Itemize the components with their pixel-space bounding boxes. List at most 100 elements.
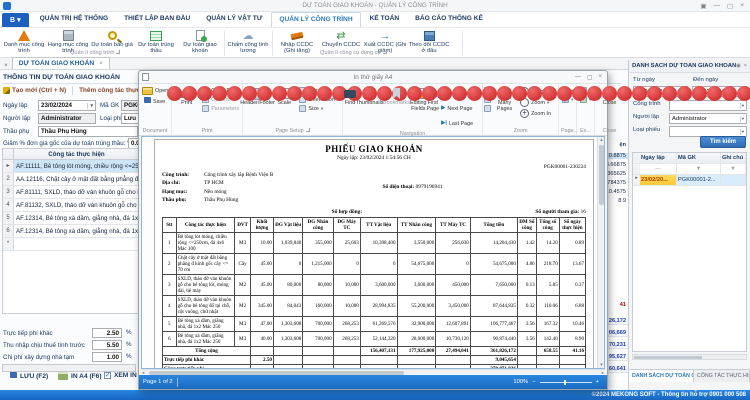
pretax-income-label: Thu nhập chịu thuế tính trước [3, 342, 85, 349]
document-page: PHIẾU GIAO KHOÁN Ngày lập: 23/02/2024 1:… [154, 139, 594, 369]
maximize-icon[interactable]: ▢ [727, 2, 733, 10]
subcontractor-input[interactable]: Thầu Phụ Hùng [38, 126, 138, 137]
parameters-button[interactable]: Parameters [200, 105, 241, 112]
chevron-down-icon[interactable]: ▾ [87, 103, 93, 109]
phone-line: Số điện thoại: 0979196941 [382, 184, 586, 190]
document-info-block: Công trình:Công trình xây lắp Bệnh Viện … [162, 171, 382, 205]
table-row: 6Bê tông xà dầm, giằng nhà, đá 1x2 Mác 2… [163, 331, 586, 346]
filter-funnel-icon[interactable]: ▼ [721, 164, 746, 174]
tab-du-toan-giao-khoan[interactable]: DỰ TOÁN GIAO KHOÁN × [12, 57, 110, 69]
date-label: Ngày lập [3, 102, 27, 109]
close-icon[interactable]: × [740, 2, 744, 10]
dialog-launcher-icon[interactable] [116, 50, 120, 54]
chevron-down-icon[interactable]: ▾ [740, 129, 744, 135]
grid-header-row: Ngày lập Mã GK Ghi chú [633, 153, 746, 164]
scrollbar-thumb[interactable] [599, 145, 604, 205]
tab-thiet-lap-ban-dau[interactable]: THIẾT LẬP BAN ĐẦU [117, 12, 197, 27]
preview-checkbox[interactable]: ✓XEM IN [104, 372, 137, 379]
filter-cell[interactable]: — [640, 164, 677, 174]
chevron-down-icon[interactable]: ▾ [740, 103, 744, 109]
table-row: 3SXLD, tháo dỡ ván khuôn gỗ cho bê tông … [163, 274, 586, 295]
filter-funnel-icon[interactable]: ▼ [677, 164, 721, 174]
participants-line: Số người tham gia: 16 [476, 209, 586, 215]
table-header-row: SttCông tác thực hiệnĐVTKhối lượngĐG Vật… [163, 217, 586, 232]
percent-sign: % [126, 329, 132, 336]
save-button[interactable]: LƯU (F2) [8, 372, 48, 381]
floppy-icon [8, 372, 17, 381]
save-button[interactable]: Save [140, 97, 170, 106]
tab-close-icon[interactable]: × [99, 60, 103, 67]
note-field[interactable] [2, 364, 136, 372]
document-date: Ngày lập: 23/02/2024 1:54:56 CH [162, 155, 586, 161]
tab-quan-ly-vat-tu[interactable]: QUẢN LÝ VẬT TƯ [199, 12, 269, 27]
scroll-up-icon[interactable]: ▴ [598, 137, 605, 143]
temp-house-label: Chi phí xây dựng nhà tạm [3, 354, 74, 361]
percent-sign: % [126, 353, 132, 360]
column-header[interactable]: Mã GK [677, 153, 721, 163]
scrollbar-thumb[interactable] [634, 356, 702, 359]
tab-ke-toan[interactable]: KẾ TOÁN [363, 12, 407, 27]
other-fee-input[interactable]: 2.50 [92, 328, 122, 338]
tab-quan-tri-he-thong[interactable]: QUẢN TRỊ HỆ THỐNG [33, 12, 116, 27]
search-button[interactable]: Tìm kiếm [700, 136, 746, 148]
zoom-out-icon[interactable]: − [532, 379, 535, 385]
column-header[interactable]: Ngày lập [640, 153, 677, 163]
close-preview-button[interactable]: Close [596, 86, 623, 107]
chevron-down-icon: ▾ [321, 106, 323, 112]
creator-input[interactable]: Administrator [38, 113, 96, 124]
find-button[interactable]: Find [344, 86, 356, 107]
zoom-slider-thumb[interactable] [564, 380, 566, 385]
next-page-button[interactable]: ▶Next Page [439, 102, 484, 115]
zoom-in-icon[interactable]: + [596, 379, 599, 385]
tab-cong-tac-thuc-hien[interactable]: CÔNG TÁC THỰC HIỆN [694, 370, 750, 382]
style-icon[interactable]: ▣ [700, 2, 706, 10]
pretax-income-input[interactable]: 5.50 [92, 340, 122, 350]
app-menu-button[interactable]: B ▾ [2, 13, 29, 27]
scroll-down-icon[interactable]: ▾ [598, 362, 605, 368]
tab-danh-sach-du-toan[interactable]: DANH SÁCH DỰ TOÁN GI... [629, 370, 694, 382]
print-a4-button[interactable]: IN A4 (F6) [58, 372, 102, 380]
table-row[interactable]: ▸ 23/02/20... PGK00001-2... [633, 175, 746, 186]
app-menu-label: B [10, 17, 15, 24]
vertical-scrollbar[interactable]: ▴ ▾ [597, 137, 604, 368]
minimize-icon[interactable]: — [714, 2, 721, 10]
chevron-down-icon: ▾ [17, 16, 21, 24]
from-date-label: Từ ngày [633, 77, 655, 83]
preview-statusbar: Page 1 of 2 100% − + [139, 375, 607, 389]
temp-house-input[interactable]: 1.00 [92, 352, 122, 362]
dialog-launcher-icon[interactable] [306, 128, 310, 132]
zoom-in-button[interactable]: +Zoom In [518, 109, 557, 118]
close-icon[interactable]: × [598, 74, 602, 81]
tabbar-close-icon[interactable]: × [0, 62, 12, 69]
dialog-titlebar: In thử giấy A4 — ▢ × [139, 71, 607, 84]
maximize-icon[interactable]: ▢ [587, 74, 593, 81]
close-icon[interactable]: × [744, 63, 747, 69]
zoom-slider[interactable] [540, 382, 592, 383]
minimize-icon[interactable]: — [575, 74, 581, 81]
preview-viewport[interactable]: PHIẾU GIAO KHOÁN Ngày lập: 23/02/2024 1:… [141, 136, 605, 369]
dialog-launcher-icon[interactable] [383, 50, 387, 54]
date-input[interactable]: 23/02/2024▾ [38, 100, 96, 111]
column-header[interactable]: Ghi chú [721, 153, 746, 163]
last-page-button[interactable]: ▶|Last Page [439, 117, 484, 130]
note-cell [721, 175, 746, 185]
task-grid-header[interactable]: Công tác thực hiện [14, 149, 140, 159]
document-plus-icon [196, 30, 205, 41]
pin-icon[interactable]: ◉ [736, 63, 741, 69]
tab-bao-cao-thong-ke[interactable]: BÁO CÁO THỐNG KÊ [408, 12, 490, 27]
open-button[interactable]: Open [140, 87, 170, 95]
chevron-down-icon[interactable]: ▾ [740, 116, 744, 122]
zoom-area-tool-icon[interactable] [484, 105, 491, 112]
create-new-button[interactable]: Tạo mới (Ctrl + N) [3, 87, 66, 94]
document-title: PHIẾU GIAO KHOÁN [162, 144, 586, 154]
printer-icon [58, 372, 68, 380]
project-select[interactable]: ▾ [669, 100, 747, 111]
checkbox-icon[interactable]: ✓ [104, 372, 111, 379]
size-button[interactable]: Size▾ [297, 105, 341, 112]
horizontal-scrollbar[interactable] [632, 354, 747, 360]
creator-select[interactable]: Administrator▾ [669, 113, 747, 124]
pencil-icon [3, 87, 10, 94]
filter-row: — ▼ ▼ [633, 164, 746, 175]
tab-quan-ly-cong-trinh[interactable]: QUẢN LÝ CÔNG TRÌNH [271, 12, 360, 27]
size-icon [299, 105, 306, 112]
